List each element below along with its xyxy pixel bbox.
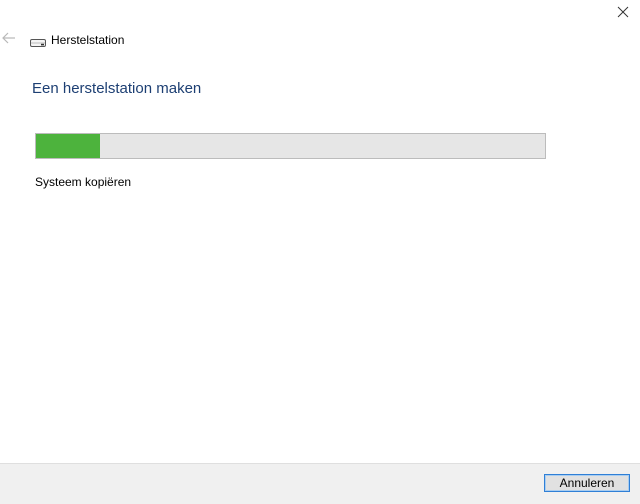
close-icon [617, 6, 629, 18]
progress-bar-fill [36, 134, 100, 158]
window-title: Herstelstation [51, 33, 125, 47]
drive-icon [30, 35, 46, 47]
back-arrow-icon [2, 31, 16, 49]
window-title-bar: Herstelstation [30, 32, 124, 48]
progress-status-text: Systeem kopiëren [35, 175, 132, 189]
recovery-drive-window: Herstelstation Een herstelstation maken … [0, 0, 640, 504]
footer-bar: Annuleren [0, 463, 640, 504]
cancel-button[interactable]: Annuleren [544, 474, 630, 492]
progress-bar [35, 133, 546, 159]
page-heading: Een herstelstation maken [32, 80, 202, 97]
close-button[interactable] [606, 0, 640, 24]
back-button[interactable] [0, 30, 18, 50]
